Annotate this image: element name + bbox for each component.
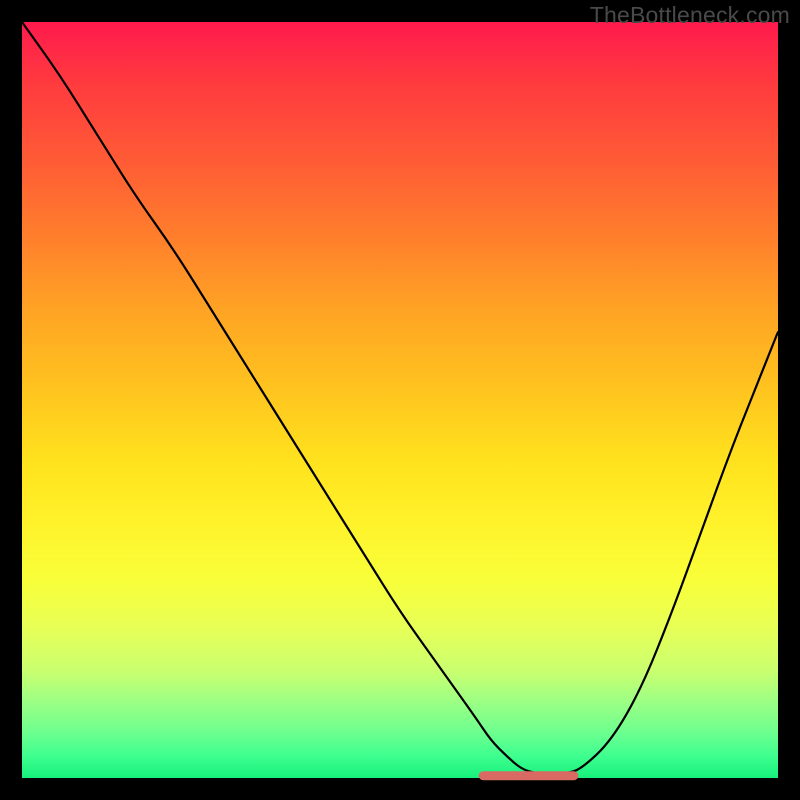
- chart-frame: TheBottleneck.com: [0, 0, 800, 800]
- bottleneck-curve: [22, 22, 778, 775]
- plot-area: [22, 22, 778, 778]
- watermark-text: TheBottleneck.com: [590, 2, 790, 29]
- curve-svg: [22, 22, 778, 778]
